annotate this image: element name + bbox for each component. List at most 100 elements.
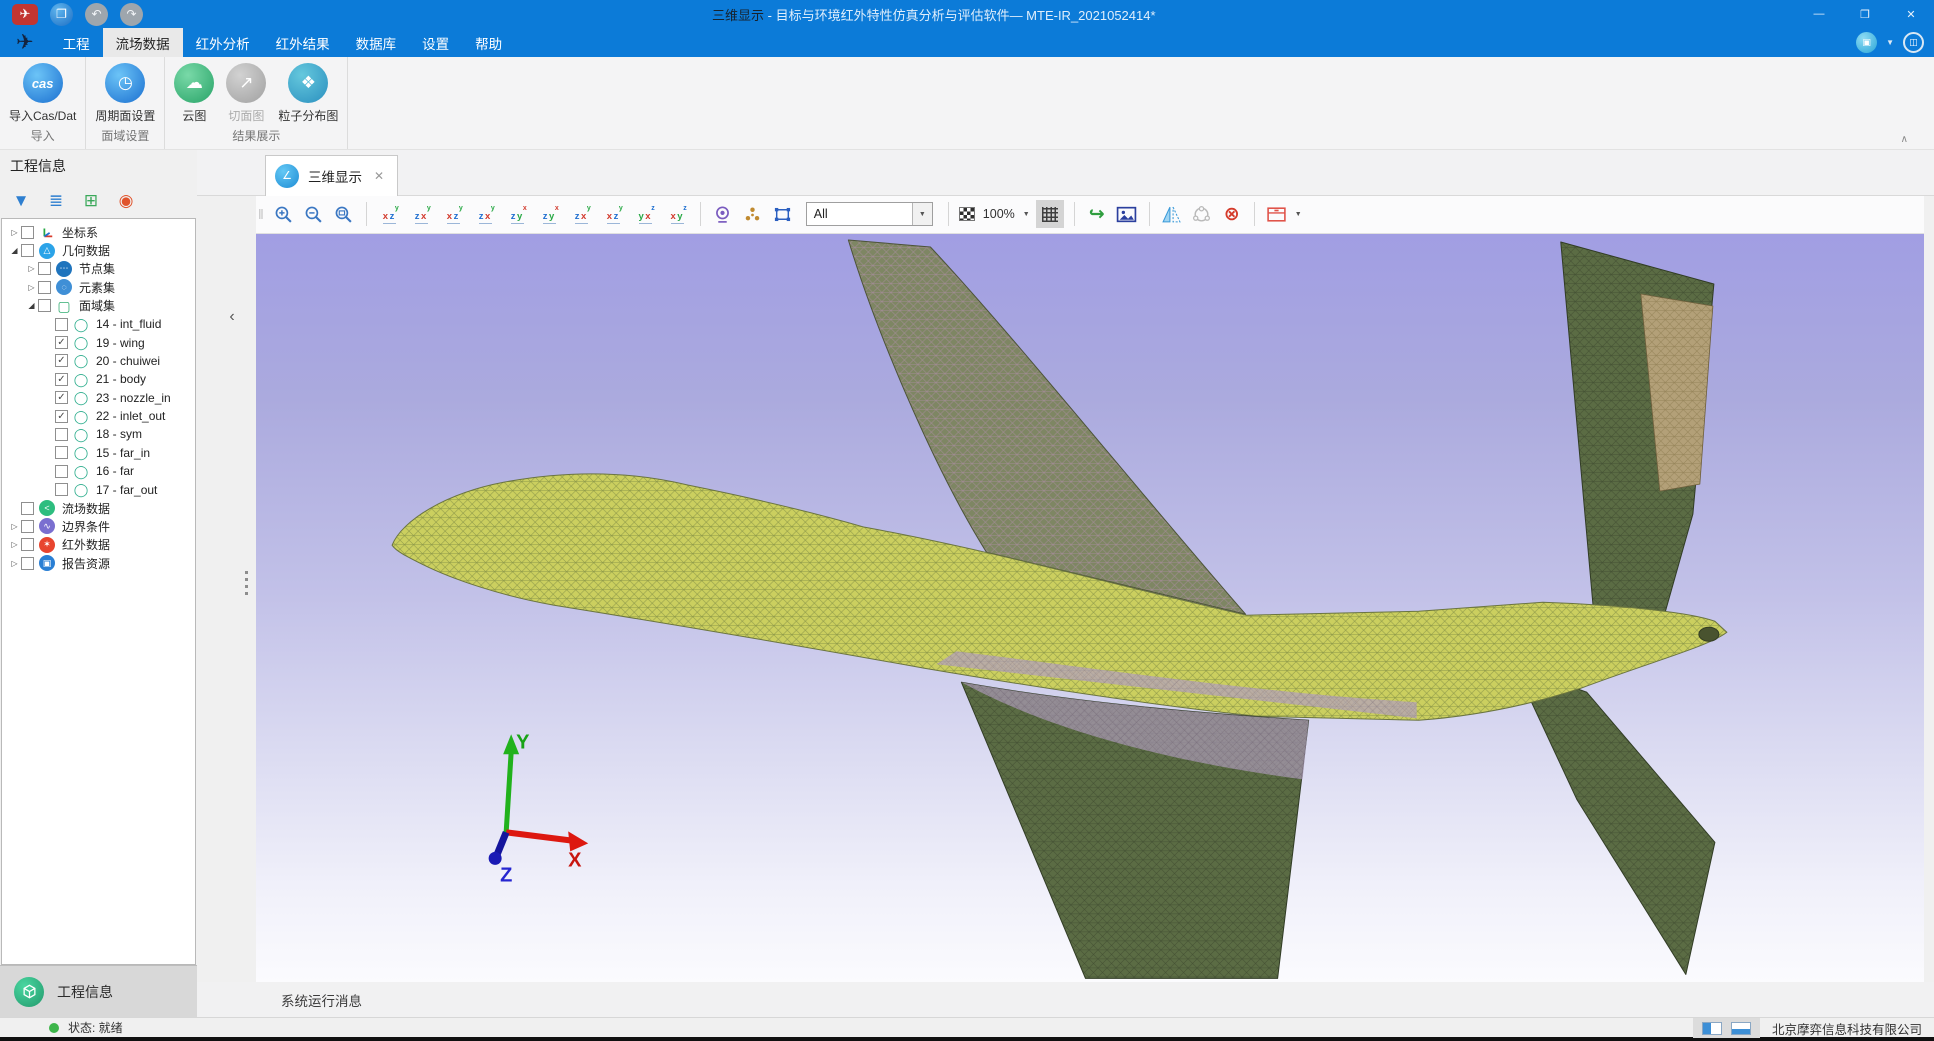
ribbon-button-云图[interactable]: ☁云图: [168, 63, 220, 124]
ribbon-button-导入Cas/Dat[interactable]: cas导入Cas/Dat: [3, 63, 82, 124]
tree-item-面域集[interactable]: ◢▢面域集: [2, 297, 195, 315]
toolbar-grip[interactable]: ‖: [258, 206, 264, 222]
visibility-checkbox[interactable]: [21, 557, 34, 570]
collapse-sidebar-icon[interactable]: ‹: [223, 306, 241, 328]
view-front-button[interactable]: yxz: [377, 200, 402, 228]
restore-button[interactable]: ❐: [1842, 0, 1888, 28]
grid-icon[interactable]: ⊞: [80, 192, 102, 209]
style-switch-icon[interactable]: ▣: [1856, 32, 1877, 53]
zoom-out-button[interactable]: [302, 200, 326, 228]
visibility-checkbox[interactable]: ✓: [55, 391, 68, 404]
mesh-toggle-button[interactable]: [1036, 200, 1064, 228]
visibility-checkbox[interactable]: [38, 262, 51, 275]
layout-left-panel-icon[interactable]: [1702, 1022, 1722, 1035]
manual-icon[interactable]: ◫: [1903, 32, 1924, 53]
mirror-icon[interactable]: [1160, 200, 1184, 228]
filter-icon[interactable]: ▼: [10, 192, 32, 209]
view-iso-1-button[interactable]: yzx: [569, 200, 594, 228]
tree-item-红外数据[interactable]: ▷✶红外数据: [2, 536, 195, 554]
combobox-dropdown-icon[interactable]: ▼: [912, 203, 932, 225]
view-left-button[interactable]: yxz: [441, 200, 466, 228]
tab-3d-view[interactable]: ∠ 三维显示 ✕: [265, 155, 398, 196]
visibility-checkbox[interactable]: ✓: [55, 354, 68, 367]
collapse-ribbon-icon[interactable]: ∧: [1901, 134, 1908, 145]
cancel-icon[interactable]: ⊗: [1220, 200, 1244, 228]
visibility-checkbox[interactable]: ✓: [55, 336, 68, 349]
ribbon-button-周期面设置[interactable]: ◷周期面设置: [89, 63, 161, 124]
view-back-button[interactable]: yzx: [409, 200, 434, 228]
visibility-checkbox[interactable]: [55, 465, 68, 478]
menu-item-帮助[interactable]: 帮助: [462, 28, 515, 57]
particles-icon[interactable]: [741, 200, 765, 228]
zoom-in-button[interactable]: [272, 200, 296, 228]
splitter-handle[interactable]: [245, 571, 248, 595]
tree-item-17 - far_out[interactable]: ◯17 - far_out: [2, 480, 195, 498]
tree-item-19 - wing[interactable]: ✓◯19 - wing: [2, 333, 195, 351]
archive-box-icon[interactable]: [1265, 200, 1289, 228]
visibility-checkbox[interactable]: [21, 520, 34, 533]
tree-item-21 - body[interactable]: ✓◯21 - body: [2, 370, 195, 388]
tree-item-几何数据[interactable]: ◢△几何数据: [2, 241, 195, 259]
tree-item-20 - chuiwei[interactable]: ✓◯20 - chuiwei: [2, 352, 195, 370]
tree-item-坐标系[interactable]: ▷坐标系: [2, 223, 195, 241]
locate-icon[interactable]: ◉: [115, 192, 137, 209]
zoom-level-dropdown-icon[interactable]: ▼: [1023, 211, 1030, 218]
expand-closed-icon[interactable]: ▷: [25, 264, 38, 273]
expand-closed-icon[interactable]: ▷: [8, 522, 21, 531]
tree-item-边界条件[interactable]: ▷∿边界条件: [2, 517, 195, 535]
tree-item-报告资源[interactable]: ▷▣报告资源: [2, 554, 195, 572]
minimize-button[interactable]: —: [1796, 0, 1842, 28]
menu-item-设置[interactable]: 设置: [409, 28, 462, 57]
tree-item-23 - nozzle_in[interactable]: ✓◯23 - nozzle_in: [2, 389, 195, 407]
visibility-checkbox[interactable]: ✓: [55, 373, 68, 386]
visibility-checkbox[interactable]: [21, 502, 34, 515]
view-iso-2-button[interactable]: yxz: [601, 200, 626, 228]
tree-item-18 - sym[interactable]: ◯18 - sym: [2, 425, 195, 443]
expand-closed-icon[interactable]: ▷: [8, 228, 21, 237]
snapshot-icon[interactable]: [1115, 200, 1139, 228]
archive-dropdown-icon[interactable]: ▼: [1295, 211, 1302, 218]
opacity-checker-icon[interactable]: [959, 207, 975, 221]
list-icon[interactable]: ≣: [45, 192, 67, 209]
menu-item-工程[interactable]: 工程: [50, 28, 103, 57]
sidebar-footer[interactable]: 工程信息: [0, 965, 197, 1017]
visibility-checkbox[interactable]: [21, 538, 34, 551]
tree-item-流场数据[interactable]: <流场数据: [2, 499, 195, 517]
close-tab-icon[interactable]: ✕: [374, 169, 384, 183]
export-arrow-icon[interactable]: ↪: [1085, 200, 1109, 228]
visibility-checkbox[interactable]: [21, 226, 34, 239]
tree-item-14 - int_fluid[interactable]: ◯14 - int_fluid: [2, 315, 195, 333]
menu-item-红外结果[interactable]: 红外结果: [263, 28, 343, 57]
sphere-nodes-icon[interactable]: [1190, 200, 1214, 228]
view-right-button[interactable]: yzx: [473, 200, 498, 228]
tree-item-元素集[interactable]: ▷◌元素集: [2, 278, 195, 296]
visibility-checkbox[interactable]: [38, 299, 51, 312]
visibility-checkbox[interactable]: [38, 281, 51, 294]
viewport-3d[interactable]: Y X Z: [256, 234, 1924, 982]
view-bottom-button[interactable]: xzy: [537, 200, 562, 228]
view-top-button[interactable]: xzy: [505, 200, 530, 228]
display-filter-combobox[interactable]: All ▼: [806, 202, 933, 226]
tree-item-节点集[interactable]: ▷⋯节点集: [2, 260, 195, 278]
visibility-checkbox[interactable]: [21, 244, 34, 257]
expand-open-icon[interactable]: ◢: [8, 246, 21, 255]
camera-icon[interactable]: [711, 200, 735, 228]
close-button[interactable]: ✕: [1888, 0, 1934, 28]
chevron-down-icon[interactable]: ▼: [1886, 38, 1894, 47]
visibility-checkbox[interactable]: [55, 483, 68, 496]
visibility-checkbox[interactable]: [55, 428, 68, 441]
expand-closed-icon[interactable]: ▷: [8, 559, 21, 568]
expand-open-icon[interactable]: ◢: [25, 301, 38, 310]
visibility-checkbox[interactable]: [55, 446, 68, 459]
menu-item-红外分析[interactable]: 红外分析: [183, 28, 263, 57]
tree-item-22 - inlet_out[interactable]: ✓◯22 - inlet_out: [2, 407, 195, 425]
view-iso-3-button[interactable]: zyx: [633, 200, 658, 228]
select-region-icon[interactable]: [771, 200, 795, 228]
visibility-checkbox[interactable]: ✓: [55, 410, 68, 423]
tree-item-15 - far_in[interactable]: ◯15 - far_in: [2, 444, 195, 462]
layout-bottom-panel-icon[interactable]: [1731, 1022, 1751, 1035]
ribbon-button-粒子分布图[interactable]: ❖粒子分布图: [272, 63, 344, 124]
expand-closed-icon[interactable]: ▷: [25, 283, 38, 292]
view-iso-4-button[interactable]: zxy: [665, 200, 690, 228]
save-button[interactable]: ❐: [50, 3, 73, 26]
